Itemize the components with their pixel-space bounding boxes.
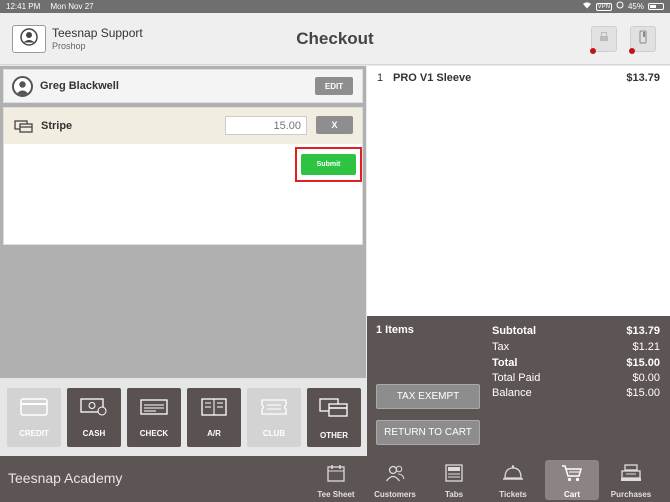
nav-cart[interactable]: Cart [545,460,599,500]
return-to-cart-button[interactable]: RETURN TO CART [376,420,480,445]
summary-values: $13.79 $1.21 $15.00 $0.00 $15.00 [626,323,660,401]
cart-item-qty: 1 [377,72,384,84]
nav-tabs-label: Tabs [444,490,464,499]
subtotal-label: Subtotal [492,325,536,337]
cart-item-price: $13.79 [626,72,660,84]
cards-icon [319,398,349,423]
payment-panel: Greg Blackwell EDIT Stripe X Submit [0,66,366,378]
edit-customer-button[interactable]: EDIT [315,77,353,95]
pay-other-label: OTHER [320,431,348,440]
nav-tickets[interactable]: Tickets [486,460,540,500]
nav-tickets-label: Tickets [499,490,527,499]
user-location: Proshop [52,41,86,51]
pay-ar-label: A/R [207,429,221,438]
pay-cash-button[interactable]: CASH [67,388,121,447]
submit-payment-button[interactable]: Submit [301,154,356,175]
printer-button[interactable] [590,26,617,54]
cart-item-row[interactable]: 1 PRO V1 Sleeve $13.79 [367,72,670,92]
cards-icon [14,120,34,138]
tax-label: Tax [492,341,510,353]
card-reader-icon [637,30,649,49]
total-value: $15.00 [626,357,660,369]
nav-customers-label: Customers [374,490,416,499]
nav-cart-label: Cart [563,490,580,499]
tax-exempt-button[interactable]: TAX EXEMPT [376,384,480,409]
nav-customers[interactable]: Customers [368,460,422,500]
user-avatar-button[interactable] [12,25,46,53]
summary-labels: Subtotal Tax Total Total Paid Balance [492,323,540,401]
payment-method-label: Stripe [41,120,73,132]
status-date: Mon Nov 27 [50,2,94,11]
credit-card-icon [20,398,48,421]
check-icon [140,398,168,421]
user-name: Teesnap Support [52,26,143,40]
ledger-icon [200,398,228,421]
calendar-icon [326,460,346,487]
total-paid-label: Total Paid [492,372,541,384]
pay-club-label: CLUB [262,429,286,438]
printer-status-dot [590,48,596,54]
vpn-badge: VPN [595,2,612,11]
customer-name: Greg Blackwell [40,80,119,92]
cash-register-icon [620,460,642,487]
pay-credit-label: CREDIT [19,429,49,438]
card-reader-status-dot [629,48,635,54]
bottom-nav-bar: Teesnap Academy Tee Sheet Customers Tabs… [0,456,670,502]
people-icon [385,460,405,487]
bell-icon [502,460,524,487]
stripe-payment-card: Stripe X Submit [3,107,363,245]
submit-highlight: Submit [295,147,362,182]
subtotal-value: $13.79 [626,325,660,337]
printer-icon [598,30,610,48]
cash-icon [80,398,108,421]
payment-amount-input[interactable] [225,116,307,135]
cart-item-name: PRO V1 Sleeve [393,72,472,84]
app-header: Teesnap Support Proshop Checkout [0,13,670,65]
status-bar: 12:41 PM Mon Nov 27 VPN 45% [0,0,670,13]
status-time: 12:41 PM [6,2,41,11]
nav-tabs[interactable]: Tabs [427,460,481,500]
pay-check-button[interactable]: CHECK [127,388,181,447]
balance-value: $15.00 [626,387,660,399]
remove-payment-button[interactable]: X [316,116,353,134]
nav-tee-sheet[interactable]: Tee Sheet [309,460,363,500]
register-icon [444,460,464,487]
wifi-icon [582,0,592,13]
rotation-lock-icon [616,0,624,13]
balance-label: Balance [492,387,532,399]
nav-purchases-label: Purchases [610,490,652,499]
cart-icon [561,460,583,487]
stripe-payment-header: Stripe X [4,108,362,144]
cart-items-panel: 1 PRO V1 Sleeve $13.79 [367,66,670,316]
battery-icon [648,3,664,10]
pay-club-button[interactable]: CLUB [247,388,301,447]
pay-cash-label: CASH [82,429,106,438]
ticket-icon [260,398,288,421]
card-reader-button[interactable] [629,26,656,54]
battery-percent: 45% [627,2,644,11]
brand-name: Teesnap Academy [8,470,123,486]
pay-credit-button[interactable]: CREDIT [7,388,61,447]
items-count: 1 Items [376,324,414,336]
pay-other-button[interactable]: OTHER [307,388,361,447]
total-paid-value: $0.00 [632,372,660,384]
tax-value: $1.21 [632,341,660,353]
user-icon [20,27,38,51]
order-summary: 1 Items Subtotal Tax Total Total Paid Ba… [367,316,670,456]
pay-check-label: CHECK [139,429,169,438]
customer-row: Greg Blackwell EDIT [3,69,363,103]
total-label: Total [492,357,518,369]
payment-method-bar: CREDIT CASH CHECK A/R CLUB OTHER [0,378,366,456]
customer-avatar-icon [12,76,33,97]
pay-ar-button[interactable]: A/R [187,388,241,447]
nav-purchases[interactable]: Purchases [604,460,658,500]
nav-tee-sheet-label: Tee Sheet [317,490,355,499]
